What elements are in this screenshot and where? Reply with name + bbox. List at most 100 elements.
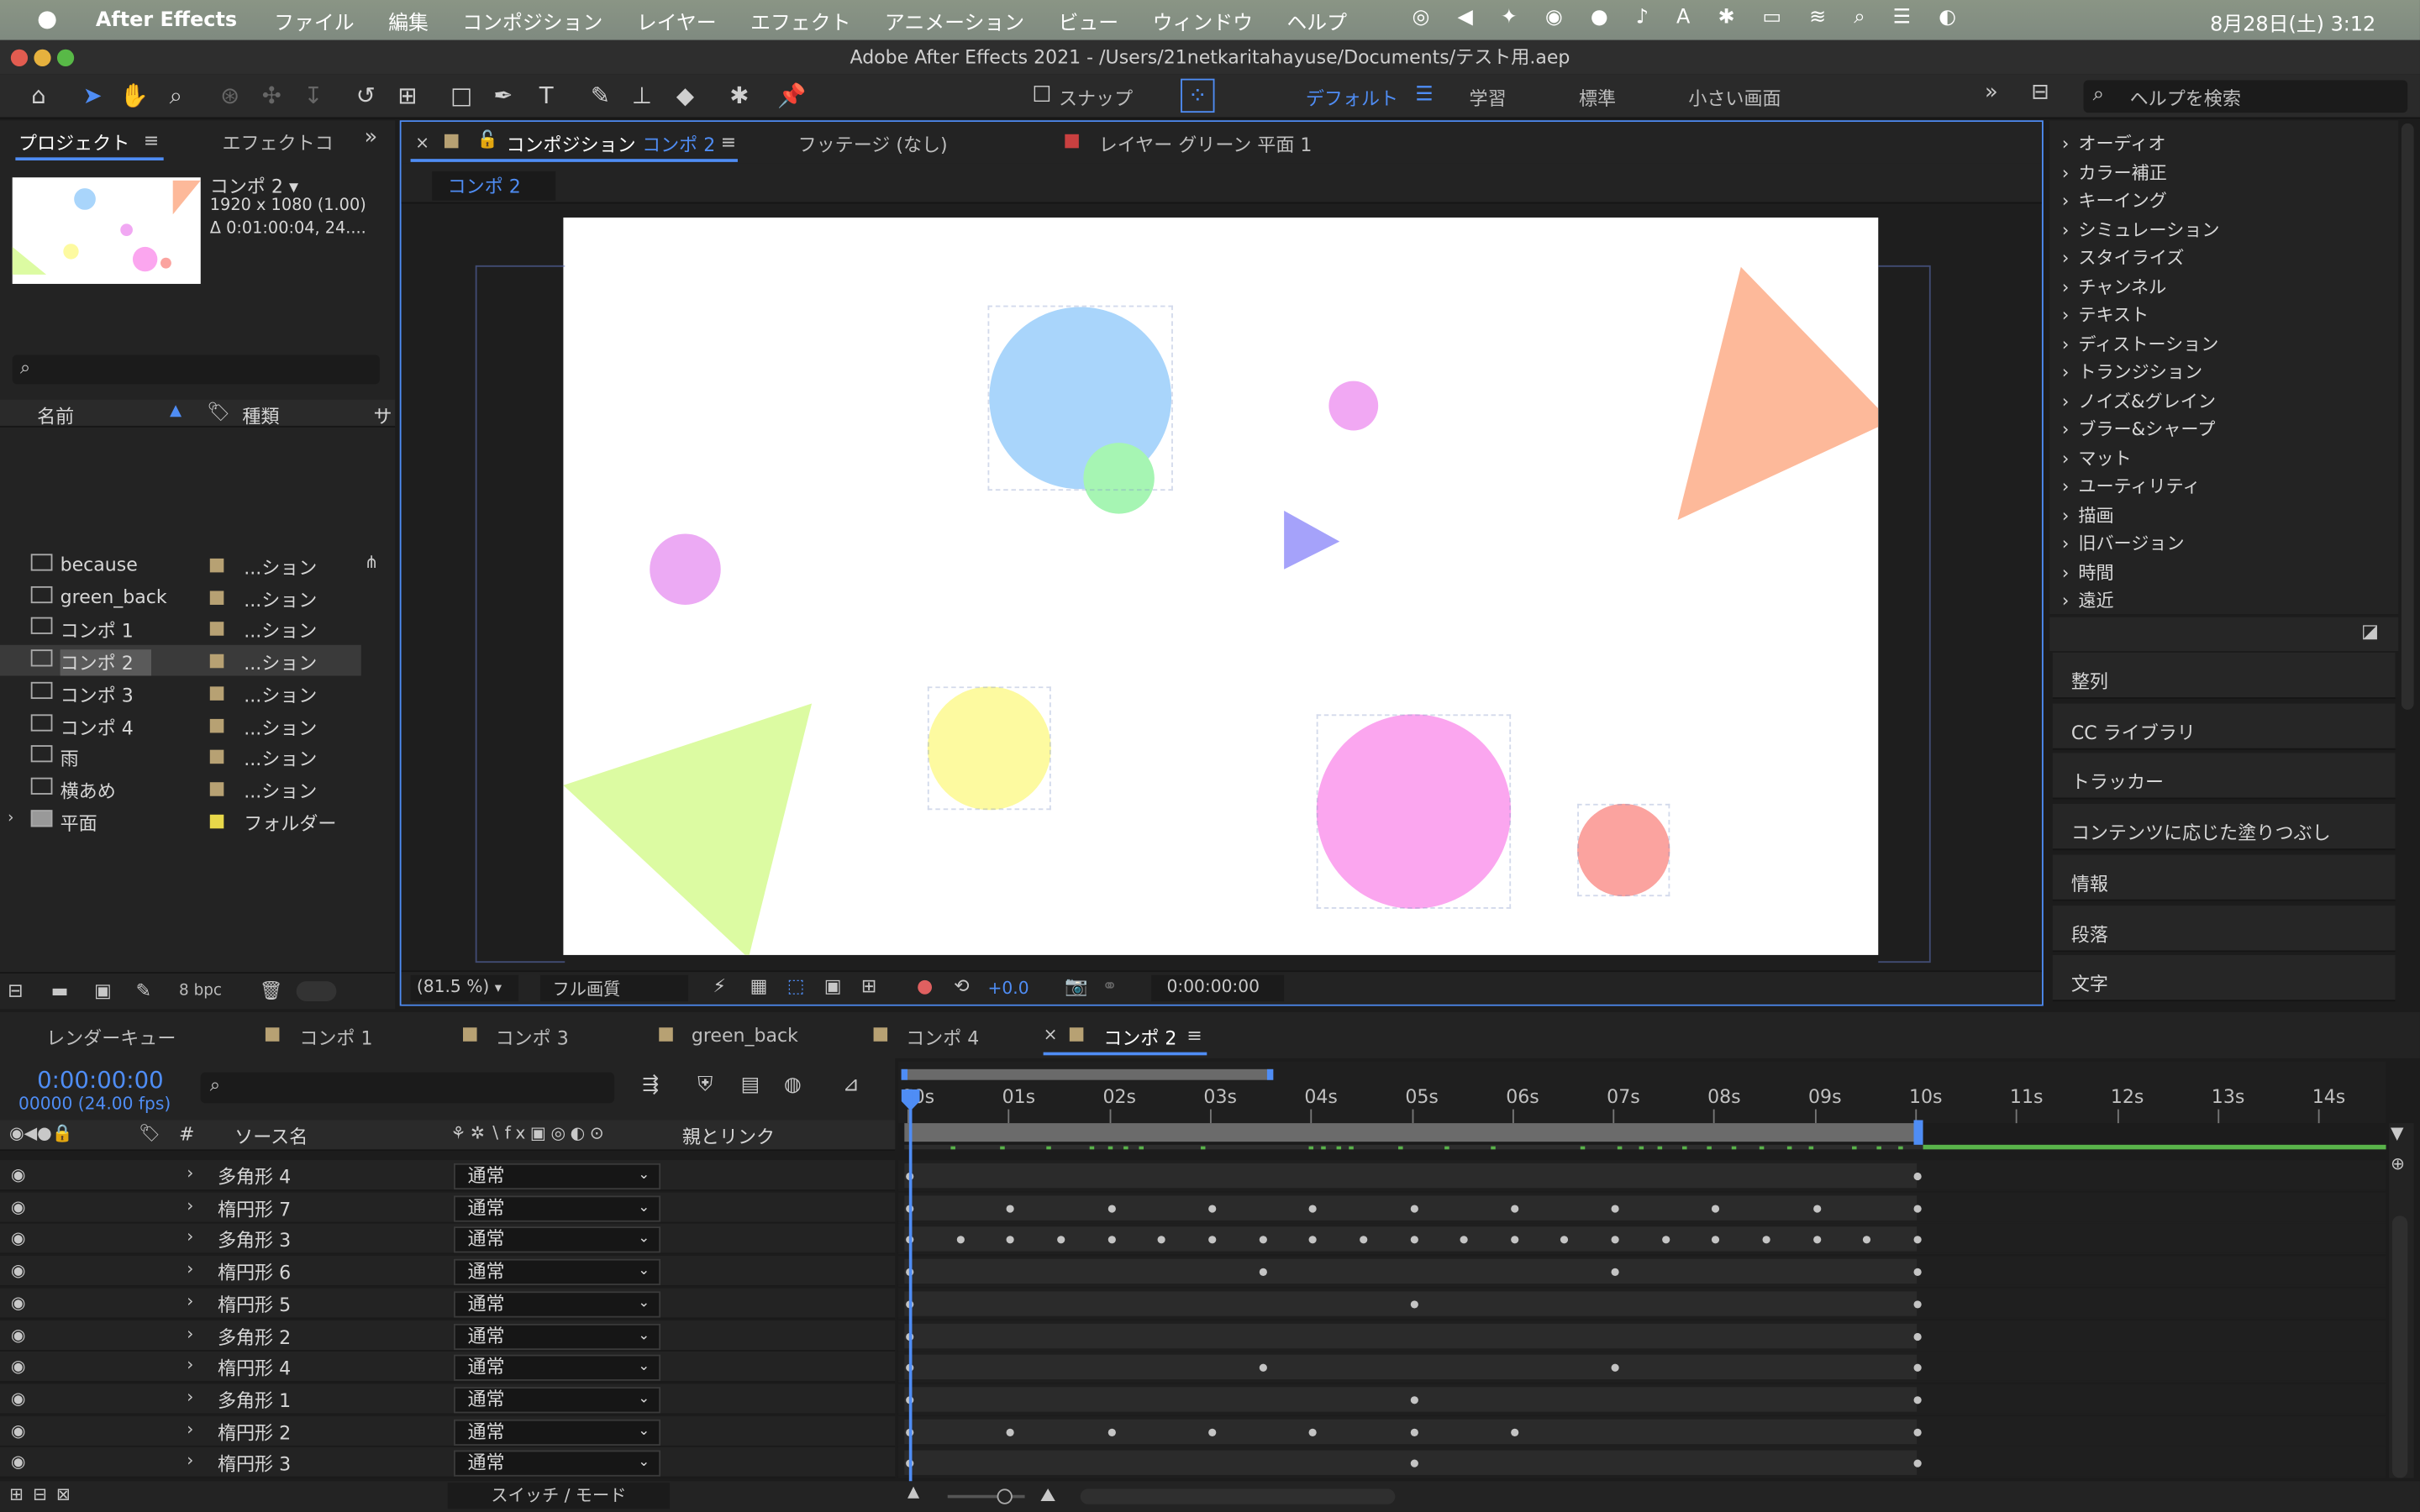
project-item-label[interactable] bbox=[209, 590, 224, 605]
region-of-interest-icon[interactable]: ▣ bbox=[824, 975, 842, 997]
layer-duration-bar[interactable] bbox=[904, 1322, 1918, 1348]
project-settings-icon[interactable]: ✎ bbox=[136, 979, 151, 1001]
tab-project[interactable]: プロジェクト bbox=[18, 129, 129, 155]
collapsed-panel[interactable]: CC ライブラリ bbox=[2052, 702, 2396, 750]
effect-category[interactable]: › カラー補正 bbox=[2062, 160, 2167, 184]
close-window-button[interactable] bbox=[10, 49, 29, 66]
expand-arrow-icon[interactable]: › bbox=[187, 1419, 193, 1439]
home-icon[interactable]: ⌂ bbox=[22, 79, 55, 113]
layer-name[interactable]: 楕円形 7 bbox=[218, 1195, 291, 1221]
layer-row[interactable]: ◉ › 多角形 4 通常 ⌄ bbox=[0, 1160, 896, 1191]
project-item[interactable]: 雨 ...ション bbox=[0, 741, 361, 772]
layer-name[interactable]: 多角形 1 bbox=[218, 1387, 291, 1413]
layer-name[interactable]: 楕円形 5 bbox=[218, 1291, 291, 1317]
keyframe-marker[interactable] bbox=[1913, 1172, 1922, 1181]
shy-layers-icon[interactable]: ⛨ bbox=[697, 1074, 713, 1097]
quality-dropdown[interactable]: フル画質 bbox=[539, 974, 689, 1002]
effect-category[interactable]: › 旧バージョン bbox=[2062, 531, 2185, 555]
apple-icon[interactable]: ● bbox=[37, 5, 57, 33]
menu-app-name[interactable]: After Effects bbox=[96, 8, 237, 32]
pan-tool-icon[interactable]: ✣ bbox=[255, 79, 288, 113]
label-column-icon[interactable]: 🏷 bbox=[207, 402, 230, 423]
effect-category[interactable]: › チャンネル bbox=[2062, 274, 2166, 298]
zoom-tool-icon[interactable]: ⌕ bbox=[159, 79, 192, 113]
layer-row[interactable]: ◉ › 多角形 2 通常 ⌄ bbox=[0, 1320, 896, 1352]
menu-view[interactable]: ビュー bbox=[1059, 5, 1119, 35]
collapsed-panel[interactable]: 文字 bbox=[2052, 955, 2396, 1002]
orbit-tool-icon[interactable]: ⊛ bbox=[213, 79, 246, 113]
snapshot-icon[interactable]: 📷 bbox=[1065, 975, 1087, 997]
layer-duration-bar[interactable] bbox=[904, 1354, 1918, 1380]
blend-mode-dropdown[interactable]: 通常 ⌄ bbox=[453, 1354, 661, 1382]
menu-composition[interactable]: コンポジション bbox=[462, 5, 602, 35]
layer-row[interactable]: ◉ › 多角形 1 通常 ⌄ bbox=[0, 1383, 896, 1415]
expand-arrow-icon[interactable]: › bbox=[187, 1291, 193, 1311]
project-menu-icon[interactable]: ≡ bbox=[144, 129, 159, 151]
timeline-menu-icon[interactable]: ≡ bbox=[1186, 1025, 1202, 1047]
layer-row[interactable]: ◉ › 楕円形 3 通常 ⌄ bbox=[0, 1447, 896, 1479]
project-item[interactable]: because ...ション bbox=[0, 549, 361, 580]
blend-mode-dropdown[interactable]: 通常 ⌄ bbox=[453, 1419, 661, 1446]
layer-duration-bar[interactable] bbox=[904, 1163, 1918, 1189]
comp-marker-icon[interactable]: ▼ bbox=[2391, 1123, 2404, 1143]
layer-name[interactable]: 多角形 3 bbox=[218, 1227, 291, 1253]
layer-row[interactable]: ◉ › 楕円形 4 通常 ⌄ bbox=[0, 1352, 896, 1383]
expand-arrow-icon[interactable]: › bbox=[187, 1323, 193, 1343]
effect-category[interactable]: › スタイライズ bbox=[2062, 245, 2185, 270]
effect-category[interactable]: › シミュレーション bbox=[2062, 217, 2220, 241]
breadcrumb-comp[interactable]: コンポ 2 bbox=[432, 171, 556, 201]
layer-row[interactable]: ◉ › 楕円形 6 通常 ⌄ bbox=[0, 1256, 896, 1287]
snap-mode-icon[interactable]: ⁘ bbox=[1181, 78, 1215, 113]
keyframe-marker[interactable] bbox=[1510, 1428, 1518, 1436]
eye-icon[interactable]: ◉ bbox=[11, 1197, 26, 1217]
expand-arrow-icon[interactable]: › bbox=[187, 1387, 193, 1407]
zoom-dropdown[interactable]: (81.5 %) ▾ bbox=[410, 974, 519, 1002]
bpc-button[interactable]: 8 bpc bbox=[179, 983, 222, 1000]
effect-category[interactable]: › トランジション bbox=[2062, 360, 2202, 384]
comp-mini-flowchart-icon[interactable]: ⇶ bbox=[642, 1074, 659, 1097]
blend-mode-dropdown[interactable]: 通常 ⌄ bbox=[453, 1163, 661, 1190]
keyframe-marker[interactable] bbox=[1107, 1204, 1116, 1213]
eye-icon[interactable]: ◉ bbox=[11, 1389, 26, 1409]
workspace-standard[interactable]: 標準 bbox=[1579, 85, 1616, 111]
layer-name[interactable]: 楕円形 4 bbox=[218, 1355, 291, 1381]
layer-name[interactable]: 楕円形 2 bbox=[218, 1419, 291, 1445]
keyframe-marker[interactable] bbox=[1913, 1299, 1922, 1309]
panel-scrollbar[interactable] bbox=[2401, 123, 2414, 710]
project-item[interactable]: コンポ 4 ...ション bbox=[0, 709, 361, 740]
layer-name[interactable]: 楕円形 6 bbox=[218, 1259, 291, 1285]
project-item[interactable]: コンポ 1 ...ション bbox=[0, 613, 361, 644]
collapsed-panel[interactable]: 整列 bbox=[2052, 652, 2396, 700]
blend-mode-dropdown[interactable]: 通常 ⌄ bbox=[453, 1322, 661, 1350]
expand-arrow-icon[interactable]: › bbox=[187, 1195, 193, 1215]
keyframe-marker[interactable] bbox=[1409, 1299, 1418, 1309]
menu-window[interactable]: ウィンドウ bbox=[1153, 5, 1253, 35]
menu-file[interactable]: ファイル bbox=[274, 5, 355, 35]
workspace-small-screen[interactable]: 小さい画面 bbox=[1688, 85, 1781, 111]
expand-arrow-icon[interactable]: › bbox=[8, 810, 13, 827]
effect-category[interactable]: › 描画 bbox=[2062, 502, 2114, 527]
comp-button-icon[interactable]: ⊕ bbox=[2391, 1154, 2405, 1174]
switch-mode-toggle[interactable]: スイッチ / モード bbox=[447, 1483, 671, 1509]
new-comp-icon[interactable]: ▣ bbox=[94, 979, 112, 1001]
menu-layer[interactable]: レイヤー bbox=[637, 5, 717, 35]
orange-triangle-layer[interactable] bbox=[1677, 266, 1879, 520]
keyframe-marker[interactable] bbox=[1510, 1204, 1518, 1213]
keyframe-marker[interactable] bbox=[1913, 1204, 1922, 1213]
visibility-column-icon[interactable]: ◉◀●🔒 bbox=[9, 1123, 73, 1143]
panel-overflow-icon[interactable]: » bbox=[364, 125, 377, 150]
workspace-learn[interactable]: 学習 bbox=[1470, 85, 1507, 111]
frame-blending-icon[interactable]: ▤ bbox=[741, 1074, 760, 1097]
text-tool-icon[interactable]: T bbox=[529, 79, 563, 113]
eraser-tool-icon[interactable]: ◆ bbox=[668, 79, 702, 113]
zoom-in-icon[interactable]: ⛰ bbox=[1040, 1484, 1056, 1508]
trash-icon[interactable]: 🗑 bbox=[260, 979, 283, 1001]
anchor-tool-icon[interactable]: ⊞ bbox=[391, 79, 424, 113]
layer-row[interactable]: ◉ › 多角形 3 通常 ⌄ bbox=[0, 1224, 896, 1255]
playhead[interactable] bbox=[908, 1089, 913, 1482]
tab-comp-1[interactable]: コンポ 1 bbox=[299, 1025, 372, 1051]
tab-render-queue[interactable]: レンダーキュー bbox=[46, 1025, 176, 1051]
project-toggle[interactable] bbox=[296, 981, 337, 1002]
layer-name[interactable]: 楕円形 3 bbox=[218, 1451, 291, 1477]
col-parent-link[interactable]: 親とリンク bbox=[682, 1123, 775, 1149]
